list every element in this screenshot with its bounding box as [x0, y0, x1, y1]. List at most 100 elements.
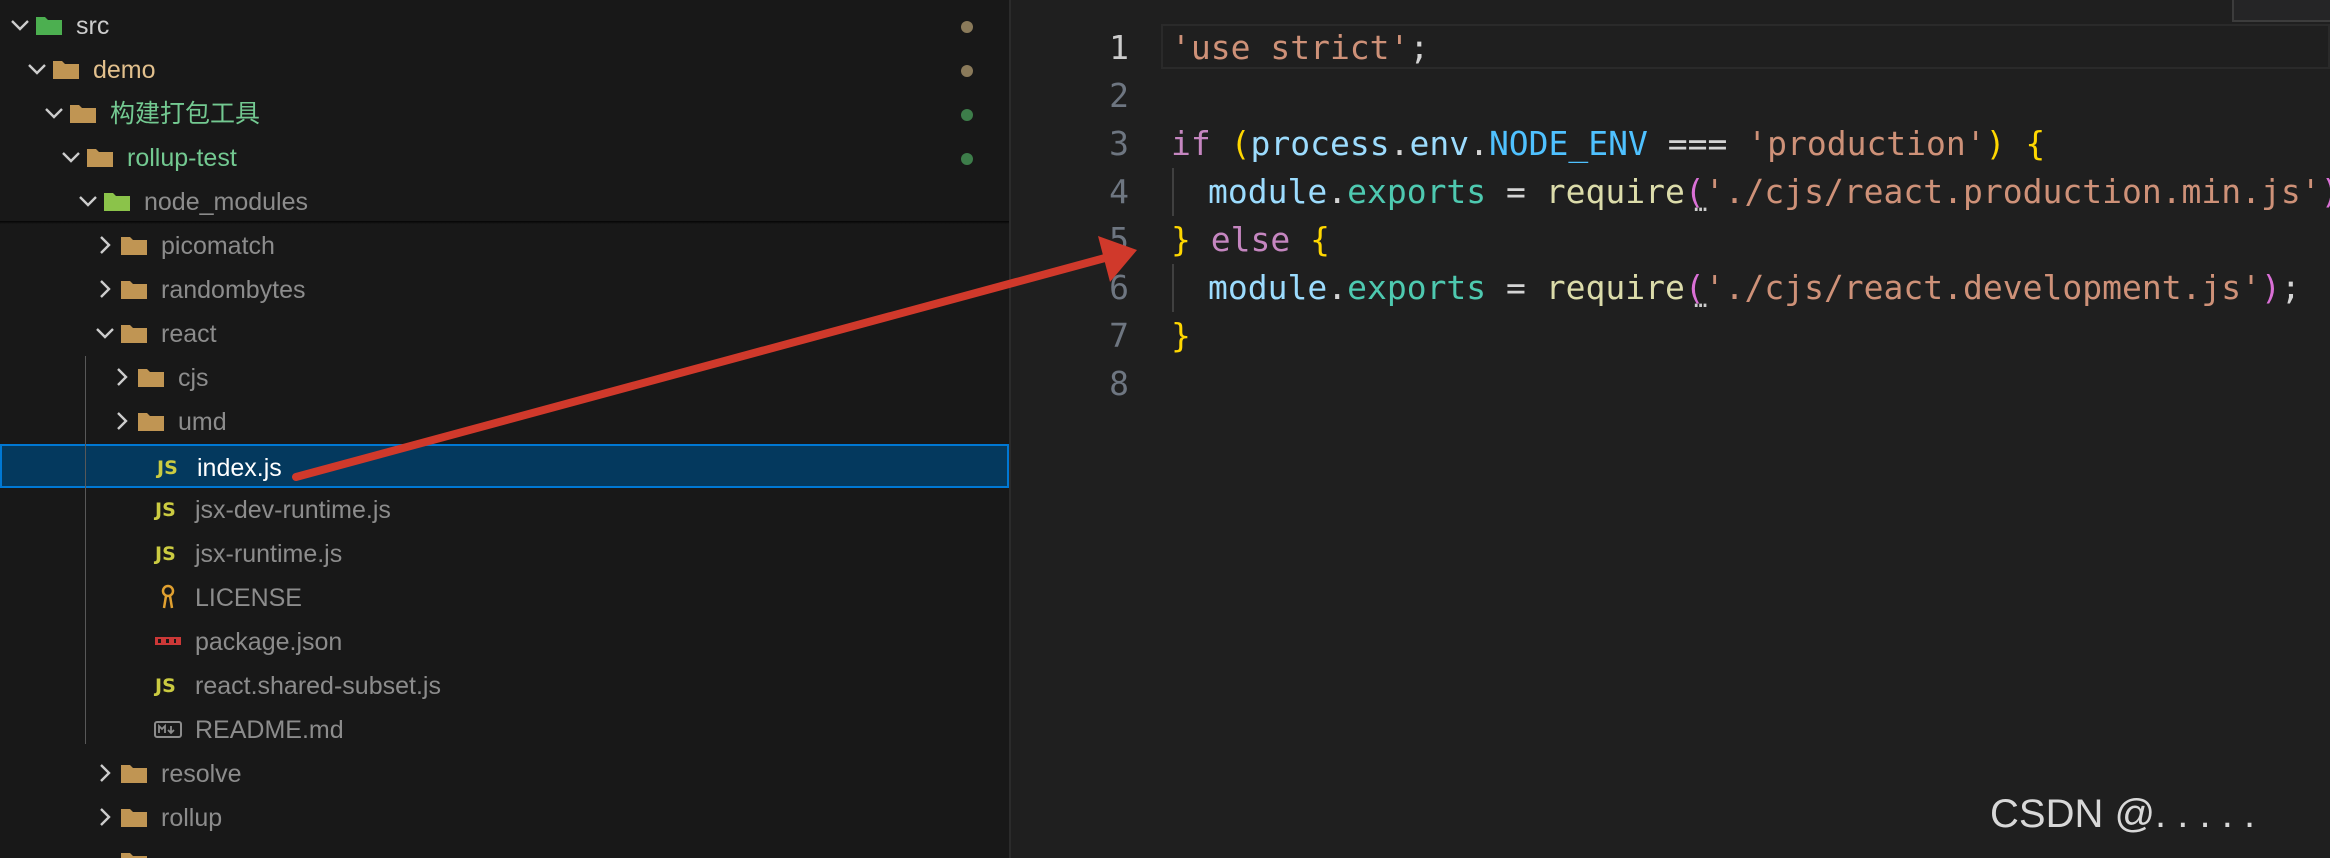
explorer-file-row[interactable]: JS react.shared-subset.js	[0, 664, 1009, 708]
explorer-file-row[interactable]: JS index.js	[0, 444, 1009, 488]
punctuation-token: .	[1389, 124, 1410, 163]
string-token: 'use strict'	[1171, 28, 1410, 67]
explorer-item-label: resolve	[161, 760, 242, 788]
code-editor[interactable]: 1 2 3 4 5 6 7 8 'use strict'; if (proces…	[1011, 0, 2330, 858]
chevron-down-icon[interactable]	[93, 321, 117, 345]
explorer-item-label: demo	[93, 56, 156, 84]
chevron-right-icon[interactable]	[93, 277, 117, 301]
explorer-file-row[interactable]: package.json	[0, 620, 1009, 664]
string-token: './cjs/react.development.js'	[1704, 268, 2262, 307]
line-number: 8	[1109, 364, 1129, 403]
explorer-file-row[interactable]: README.md	[0, 708, 1009, 752]
tree-indent-guide	[85, 356, 86, 744]
code-line-6[interactable]: module.exports = require('./cjs/react.de…	[1208, 264, 2301, 312]
folder-icon	[121, 325, 147, 343]
punctuation-token: .	[1327, 268, 1348, 307]
chevron-down-icon[interactable]	[25, 57, 49, 81]
chevron-right-icon[interactable]	[110, 409, 134, 433]
npm-icon	[155, 637, 181, 645]
link-hint-icon: …	[1694, 192, 1708, 217]
bracket-token: )	[2261, 268, 2281, 307]
bracket-token: )	[2321, 172, 2330, 211]
explorer-item-label: index.js	[197, 454, 282, 482]
explorer-folder-row[interactable]: demo	[0, 48, 1009, 92]
line-number: 1	[1109, 28, 1129, 67]
link-hint-icon: …	[1694, 288, 1708, 313]
source-folder-icon	[36, 17, 62, 35]
line-number: 5	[1109, 220, 1129, 259]
explorer-folder-row[interactable]: umd	[0, 400, 1009, 444]
explorer-item-label: README.md	[195, 716, 344, 744]
explorer-folder-row[interactable]: rollup-test	[0, 136, 1009, 180]
explorer-item-label: node_modules	[144, 188, 309, 216]
explorer-folder-row[interactable]: randombytes	[0, 268, 1009, 312]
explorer-folder-row[interactable]: resolve	[0, 752, 1009, 796]
bracket-token: )	[1985, 124, 2006, 163]
explorer-item-label: cjs	[178, 364, 209, 392]
folder-icon	[53, 61, 79, 79]
explorer-file-row[interactable]: JS jsx-runtime.js	[0, 532, 1009, 576]
chevron-right-icon[interactable]	[110, 365, 134, 389]
folder-icon	[121, 765, 147, 783]
explorer-item-label: LICENSE	[195, 584, 302, 612]
node-modules-folder-icon	[104, 193, 130, 211]
keyword-token: else	[1190, 220, 1311, 259]
explorer-item-label: randombytes	[161, 276, 306, 304]
sticky-scroll-shadow	[0, 221, 1009, 224]
explorer-item-label: react	[161, 320, 217, 348]
explorer-folder-row[interactable]: rollup	[0, 796, 1009, 840]
explorer-panel: src demo 构建打包工具 rollup-test node_modulespico…	[0, 0, 1009, 858]
editor-scroll-thumb[interactable]	[2232, 0, 2330, 22]
explorer-folder-row[interactable]: picomatch	[0, 224, 1009, 268]
line-number: 7	[1109, 316, 1129, 355]
chevron-right-icon[interactable]	[93, 761, 117, 785]
explorer-item-label: react.shared-subset.js	[195, 672, 441, 700]
code-line-5[interactable]: } else {	[1171, 216, 1330, 264]
watermark: CSDN @. . . . .	[1990, 792, 2256, 836]
operator-token: ===	[1647, 124, 1748, 163]
punctuation-token: .	[1469, 124, 1489, 163]
explorer-item-label: umd	[178, 408, 227, 436]
explorer-item-label: package.json	[195, 628, 343, 656]
explorer-file-row[interactable]: LICENSE	[0, 576, 1009, 620]
folder-icon	[138, 369, 164, 387]
bracket-token: (	[1230, 124, 1251, 163]
chevron-down-icon[interactable]	[59, 145, 83, 169]
bracket-token: }	[1171, 316, 1191, 355]
chevron-down-icon[interactable]	[8, 13, 32, 37]
explorer-item-label: 构建打包工具	[110, 100, 261, 128]
chevron-down-icon[interactable]	[76, 189, 100, 213]
js-file-icon: JS	[155, 499, 176, 521]
code-line-3[interactable]: if (process.env.NODE_ENV === 'production…	[1171, 120, 2045, 168]
punctuation-token: .	[1327, 172, 1348, 211]
chevron-right-icon[interactable]	[93, 805, 117, 829]
explorer-folder-row[interactable]: cjs	[0, 356, 1009, 400]
bracket-token: }	[1171, 220, 1191, 259]
explorer-folder-row[interactable]: react	[0, 312, 1009, 356]
code-line-7[interactable]: }	[1171, 312, 1191, 360]
license-icon	[161, 584, 175, 609]
js-file-icon: JS	[157, 457, 178, 479]
line-number: 3	[1109, 124, 1129, 163]
line-number: 4	[1109, 172, 1129, 211]
explorer-folder-row[interactable]: 构建打包工具	[0, 92, 1009, 136]
indent-guide	[1172, 168, 1174, 216]
folder-icon	[121, 237, 147, 255]
explorer-folder-row[interactable]: src	[0, 4, 1009, 48]
git-status-dot	[961, 21, 973, 33]
function-token: require	[1545, 172, 1685, 211]
folder-icon	[87, 149, 113, 167]
chevron-right-icon[interactable]	[93, 233, 117, 257]
markdown-icon	[154, 721, 182, 738]
explorer-file-row[interactable]: JS jsx-dev-runtime.js	[0, 488, 1009, 532]
code-line-1[interactable]: 'use strict';	[1171, 24, 1429, 72]
punctuation-token: ;	[2280, 268, 2301, 307]
js-file-icon: JS	[155, 675, 176, 697]
chevron-down-icon[interactable]	[42, 101, 66, 125]
js-file-icon: JS	[155, 543, 176, 565]
code-line-4[interactable]: module.exports = require('./cjs/react.pr…	[1208, 168, 2330, 216]
folder-icon	[121, 281, 147, 299]
explorer-folder-row[interactable]: node_modules	[0, 180, 1009, 224]
explorer-folder-row[interactable]	[0, 840, 1009, 858]
indent-guide	[1172, 264, 1174, 312]
